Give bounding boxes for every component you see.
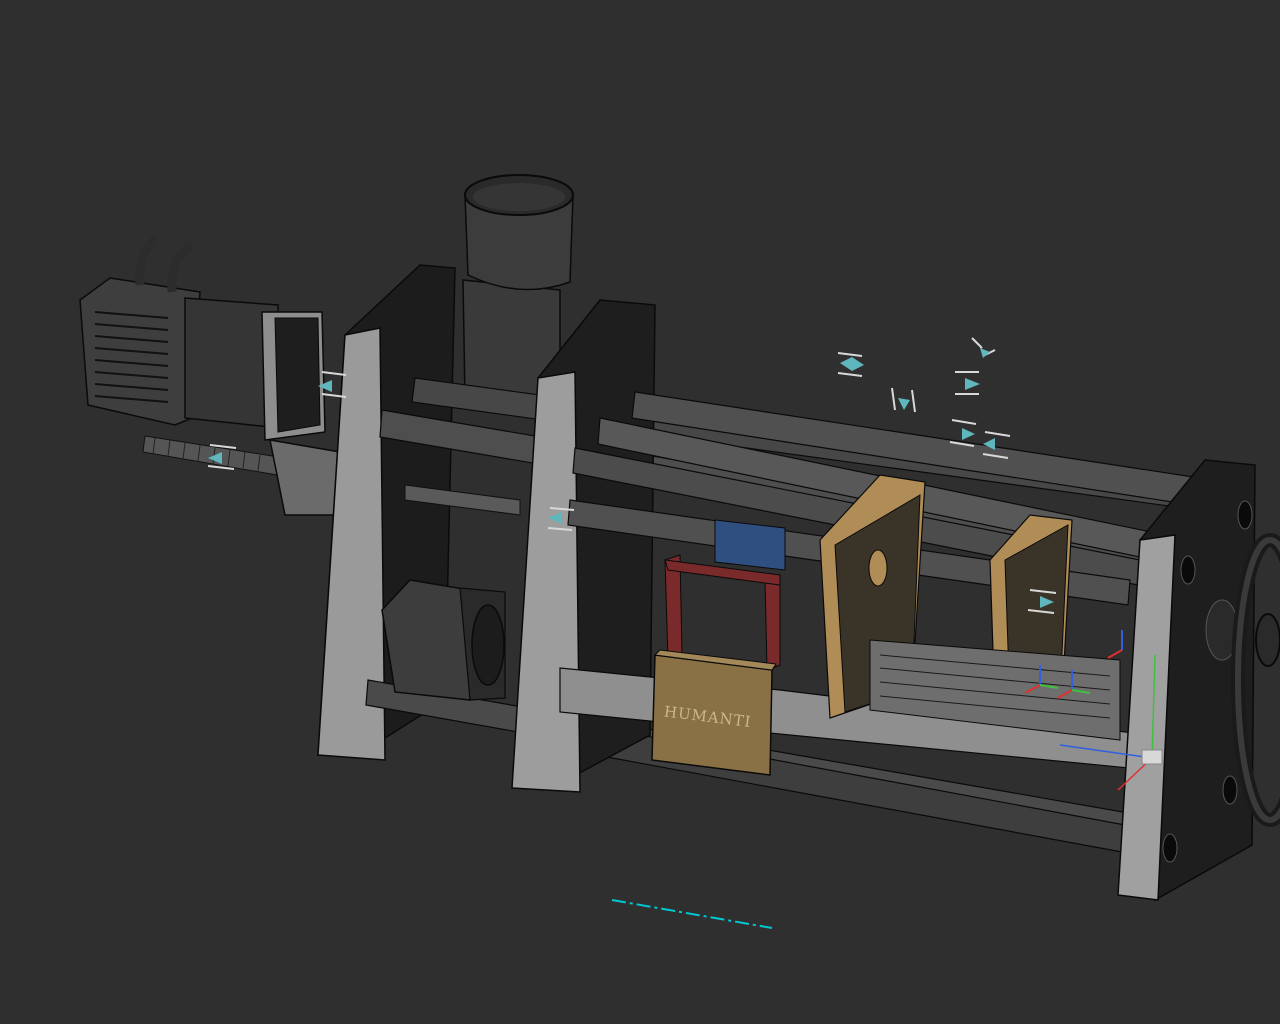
constraint-marker-1	[837, 352, 864, 377]
constraint-marker-1-part	[840, 357, 864, 371]
front-plate-holes-part	[1180, 555, 1196, 585]
constraint-marker-4-part	[965, 378, 980, 390]
3d-viewport[interactable]: HUMANTI	[0, 0, 1280, 1024]
constraint-marker-2-part	[911, 389, 916, 413]
model-scene[interactable]: HUMANTI	[0, 0, 1280, 1024]
constraint-marker-3-part	[980, 348, 990, 358]
label-plate: HUMANTI	[651, 649, 777, 776]
constraint-marker-2	[891, 387, 916, 413]
constraint-marker-1-part	[837, 352, 863, 357]
brass-plate-1-hole	[868, 549, 888, 587]
servo-motor[interactable]	[79, 235, 326, 441]
motor-mount-bracket	[269, 439, 341, 516]
front-plate-holes-part	[1162, 833, 1178, 863]
blue-coupling	[714, 519, 786, 571]
constraint-marker-1-part	[837, 372, 863, 377]
constraint-marker-6-part	[984, 431, 1011, 437]
hopper-opening	[473, 183, 565, 211]
motor-cable-2	[167, 241, 195, 293]
centerline	[611, 899, 773, 929]
constraint-marker-5-part	[962, 428, 975, 440]
constraint-marker-2-part	[898, 398, 910, 410]
constraint-marker-3	[971, 337, 996, 358]
front-plate-holes-part	[1237, 500, 1253, 530]
lower-motor-part	[381, 579, 471, 701]
component-triads-part	[1107, 649, 1123, 659]
handwheel[interactable]	[1231, 533, 1280, 827]
red-bracket-part	[764, 574, 781, 671]
motor-cable-1	[135, 235, 159, 286]
constraint-marker-3-part	[971, 337, 983, 349]
motor-flange-face	[274, 317, 321, 433]
origin-box	[1141, 749, 1163, 765]
lower-motor	[381, 579, 506, 701]
constraint-marker-2-part	[891, 387, 896, 411]
constraint-marker-5-part	[951, 419, 977, 425]
front-plate-holes-part	[1222, 775, 1238, 805]
handwheel-part	[1255, 613, 1280, 667]
lower-motor-part	[471, 604, 505, 686]
constraint-marker-4	[955, 371, 980, 395]
